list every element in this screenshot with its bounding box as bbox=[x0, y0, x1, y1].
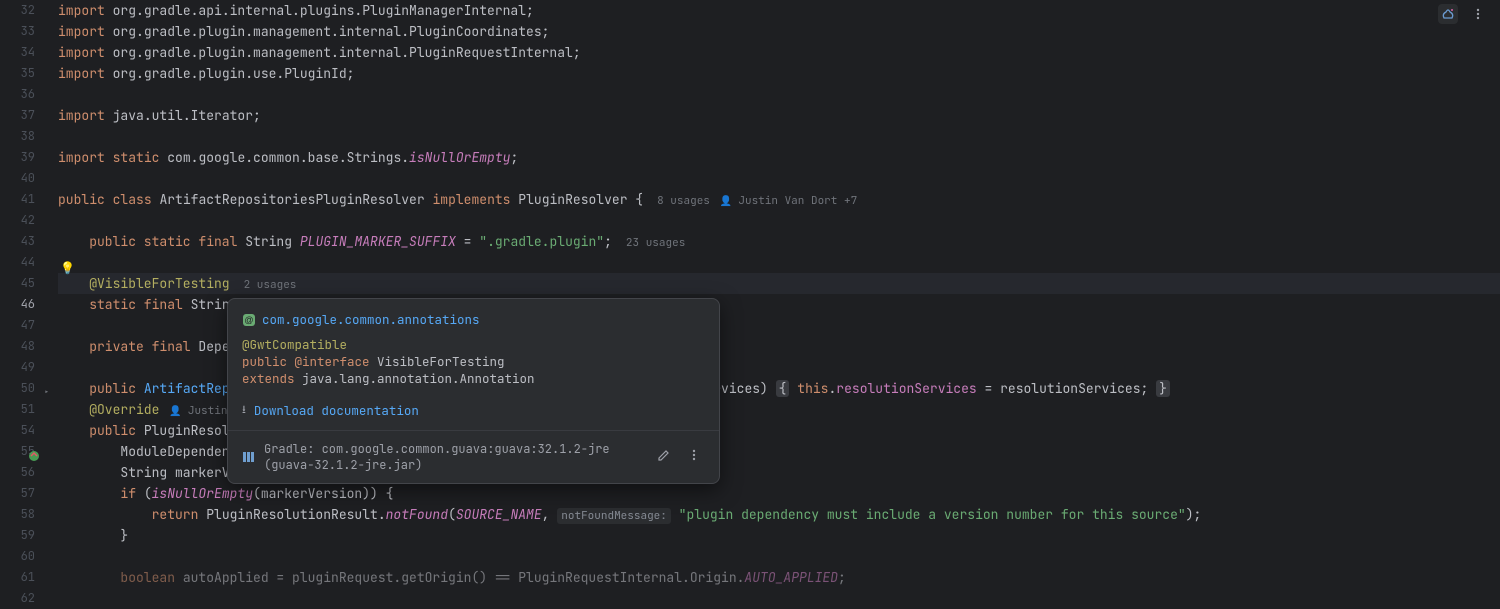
line-number[interactable]: 37 bbox=[0, 105, 53, 126]
doc-footer: Gradle: com.google.common.guava:guava:32… bbox=[228, 430, 719, 483]
line-number[interactable]: 42 bbox=[0, 210, 53, 231]
doc-signature: @GwtCompatible public @interface Visible… bbox=[242, 336, 705, 387]
more-options-icon[interactable] bbox=[683, 446, 705, 468]
code-line: public class ArtifactRepositoriesPluginR… bbox=[58, 189, 1500, 210]
code-line: } bbox=[58, 525, 1500, 546]
code-line: import java.util.Iterator; bbox=[58, 105, 1500, 126]
line-number[interactable]: 55 bbox=[0, 441, 53, 462]
code-line bbox=[58, 252, 1500, 273]
code-line: import org.gradle.api.internal.plugins.P… bbox=[58, 0, 1500, 21]
download-icon: ⭳ bbox=[242, 401, 246, 420]
line-number[interactable]: 56 bbox=[0, 462, 53, 483]
code-editor: 32 33 34 35 36 37 38 39 40 41 42 43 44 4… bbox=[0, 0, 1500, 600]
person-icon: 👤 bbox=[169, 404, 187, 417]
usages-inlay[interactable]: 2 usages bbox=[230, 278, 297, 292]
code-line: @VisibleForTesting2 usages bbox=[58, 273, 1500, 294]
line-number[interactable]: 46 bbox=[0, 294, 53, 315]
parameter-hint: notFoundMessage: bbox=[557, 508, 671, 524]
line-number[interactable]: 34 bbox=[0, 42, 53, 63]
code-line bbox=[58, 546, 1500, 567]
line-number[interactable]: 62 bbox=[0, 588, 53, 609]
code-line: import org.gradle.plugin.management.inte… bbox=[58, 21, 1500, 42]
svg-text:@: @ bbox=[244, 315, 253, 325]
line-number[interactable]: 61 bbox=[0, 567, 53, 588]
usages-inlay[interactable]: 8 usages bbox=[643, 194, 710, 208]
line-number[interactable]: 57 bbox=[0, 483, 53, 504]
doc-package-link[interactable]: @ com.google.common.annotations bbox=[242, 311, 705, 328]
line-number[interactable]: 44 bbox=[0, 252, 53, 273]
line-number[interactable]: 59 bbox=[0, 525, 53, 546]
more-icon[interactable] bbox=[1468, 4, 1488, 24]
usages-inlay[interactable]: 23 usages bbox=[612, 236, 685, 250]
line-number[interactable]: 39 bbox=[0, 147, 53, 168]
quick-documentation-popup: @ com.google.common.annotations @GwtComp… bbox=[227, 298, 720, 484]
line-number[interactable]: 43 bbox=[0, 231, 53, 252]
editor-toolbar bbox=[1438, 4, 1488, 24]
code-line: import org.gradle.plugin.use.PluginId; bbox=[58, 63, 1500, 84]
line-number[interactable]: 36 bbox=[0, 84, 53, 105]
annotation-type-icon: @ bbox=[242, 313, 256, 327]
line-number[interactable]: 45 bbox=[0, 273, 53, 294]
line-number-gutter: 32 33 34 35 36 37 38 39 40 41 42 43 44 4… bbox=[0, 0, 54, 600]
code-line bbox=[58, 168, 1500, 189]
code-line: return PluginResolutionResult.notFound(S… bbox=[58, 504, 1500, 525]
line-number[interactable]: 60 bbox=[0, 546, 53, 567]
library-icon bbox=[242, 450, 256, 464]
author-inlay[interactable]: 👤 Justin Van Dort +7 bbox=[710, 194, 857, 208]
download-documentation-link[interactable]: ⭳ Download documentation bbox=[242, 401, 705, 420]
code-line: boolean autoApplied = pluginRequest.getO… bbox=[58, 567, 1500, 588]
line-number[interactable]: 40 bbox=[0, 168, 53, 189]
line-number[interactable]: 51 bbox=[0, 399, 53, 420]
line-number[interactable]: 38 bbox=[0, 126, 53, 147]
person-icon: 👤 bbox=[720, 194, 738, 207]
line-number[interactable]: 48 bbox=[0, 336, 53, 357]
code-line: import static com.google.common.base.Str… bbox=[58, 147, 1500, 168]
line-number[interactable]: 49 bbox=[0, 357, 53, 378]
line-number[interactable]: 58 bbox=[0, 504, 53, 525]
code-line: public static final String PLUGIN_MARKER… bbox=[58, 231, 1500, 252]
line-number[interactable]: 41 bbox=[0, 189, 53, 210]
code-line: if (isNullOrEmpty(markerVersion)) { bbox=[58, 483, 1500, 504]
ai-assist-icon[interactable] bbox=[1438, 4, 1458, 24]
line-number[interactable]: 32 bbox=[0, 0, 53, 21]
line-number[interactable]: 33 bbox=[0, 21, 53, 42]
override-gutter-icon[interactable] bbox=[28, 449, 40, 461]
vertical-scrollbar[interactable] bbox=[1488, 0, 1500, 600]
code-line bbox=[58, 84, 1500, 105]
line-number[interactable]: 54 bbox=[0, 420, 53, 441]
code-line bbox=[58, 210, 1500, 231]
line-number[interactable]: 47 bbox=[0, 315, 53, 336]
code-line bbox=[58, 126, 1500, 147]
line-number[interactable]: 35 bbox=[0, 63, 53, 84]
doc-body: @ com.google.common.annotations @GwtComp… bbox=[228, 299, 719, 430]
edit-icon[interactable] bbox=[653, 446, 675, 468]
fold-expand-icon[interactable]: ▸ bbox=[44, 386, 49, 398]
code-line: import org.gradle.plugin.management.inte… bbox=[58, 42, 1500, 63]
intention-bulb-icon[interactable]: 💡 bbox=[60, 260, 75, 276]
